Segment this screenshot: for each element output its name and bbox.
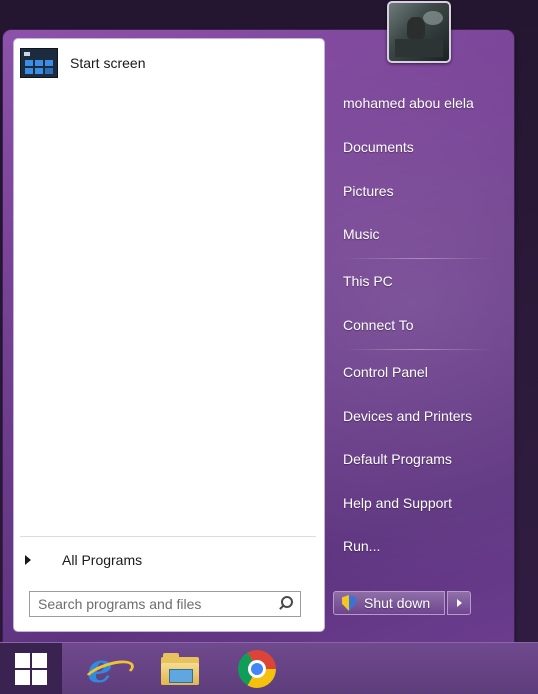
pinned-item-label: Start screen <box>70 55 146 71</box>
shutdown-control: Shut down <box>333 591 475 617</box>
run-link[interactable]: Run... <box>343 538 380 554</box>
all-programs-button[interactable]: All Programs <box>20 544 316 576</box>
arrow-right-icon <box>456 599 462 607</box>
start-button[interactable] <box>0 643 62 694</box>
divider <box>20 536 316 537</box>
search-icon[interactable] <box>276 592 300 616</box>
file-explorer-icon <box>161 653 199 685</box>
shutdown-label: Shut down <box>364 595 431 611</box>
search-box <box>29 591 301 617</box>
arrow-right-icon <box>25 555 31 565</box>
taskbar-chrome[interactable] <box>237 649 277 689</box>
search-input[interactable] <box>30 596 276 612</box>
internet-explorer-icon: e <box>81 649 138 691</box>
chrome-icon <box>238 650 276 688</box>
devices-and-printers-link[interactable]: Devices and Printers <box>343 408 472 424</box>
taskbar-internet-explorer[interactable]: e <box>80 649 138 691</box>
default-programs-link[interactable]: Default Programs <box>343 451 452 467</box>
start-menu-left-pane: Start screen All Programs <box>14 39 324 631</box>
control-panel-link[interactable]: Control Panel <box>343 364 428 380</box>
pinned-item-start-screen[interactable]: Start screen <box>18 43 318 83</box>
divider <box>343 258 493 259</box>
user-account-picture[interactable] <box>387 1 451 63</box>
this-pc-link[interactable]: This PC <box>343 273 393 289</box>
start-menu-right-pane: mohamed abou elela Documents Pictures Mu… <box>333 30 514 642</box>
user-folder-link[interactable]: mohamed abou elela <box>343 95 474 111</box>
shutdown-button[interactable]: Shut down <box>333 591 445 615</box>
help-and-support-link[interactable]: Help and Support <box>343 495 452 511</box>
connect-to-link[interactable]: Connect To <box>343 317 414 333</box>
shutdown-options-button[interactable] <box>447 591 471 615</box>
windows-logo-icon <box>15 652 47 685</box>
pictures-link[interactable]: Pictures <box>343 183 394 199</box>
divider <box>343 349 493 350</box>
shield-icon <box>342 595 356 611</box>
documents-link[interactable]: Documents <box>343 139 414 155</box>
music-link[interactable]: Music <box>343 226 380 242</box>
start-screen-icon <box>20 48 58 78</box>
taskbar: e <box>0 642 538 694</box>
all-programs-label: All Programs <box>62 552 143 568</box>
start-menu: Start screen All Programs mohamed abou e… <box>3 30 514 642</box>
taskbar-file-explorer[interactable] <box>160 649 200 689</box>
